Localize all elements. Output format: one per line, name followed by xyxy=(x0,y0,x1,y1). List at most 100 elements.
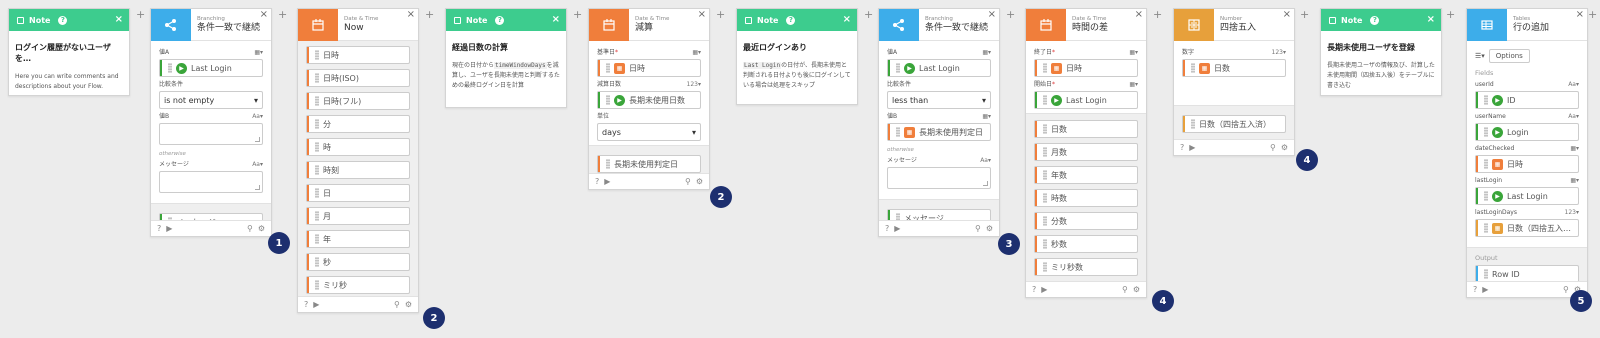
subtract-card[interactable]: Date & Time 減算 × 基準日* ▦▾ ▦ 日時 減算日数 123▾ ▶ 長期未… xyxy=(588,8,710,190)
search-icon[interactable]: ⚲ xyxy=(975,224,981,233)
message-input[interactable] xyxy=(887,167,991,189)
number-type-icon[interactable]: 123▾ xyxy=(1565,209,1579,217)
drag-handle-icon[interactable] xyxy=(896,127,900,137)
close-icon[interactable]: × xyxy=(698,10,706,20)
output-pill[interactable]: 秒 xyxy=(306,253,410,271)
gear-icon[interactable]: ⚙ xyxy=(696,177,703,186)
output-pill[interactable]: 日数 xyxy=(1034,120,1138,138)
add-step-button[interactable]: + xyxy=(864,9,873,20)
close-icon[interactable]: × xyxy=(1135,10,1143,20)
output-pill[interactable]: 日数（四捨五入済） xyxy=(1182,115,1286,133)
text-type-icon[interactable]: Aa▾ xyxy=(1568,113,1579,121)
help-icon[interactable]: ? xyxy=(495,15,505,25)
output-pill[interactable]: 時刻 xyxy=(306,161,410,179)
run-icon[interactable]: ▶ xyxy=(166,224,172,233)
value-b-input[interactable] xyxy=(159,123,263,145)
time-difference-card[interactable]: Date & Time 時間の差 × 終了日* ▦▾ ▦ 日時 開始日* ▦▾ ▶ Las… xyxy=(1025,8,1147,298)
drag-handle-icon[interactable] xyxy=(1484,159,1488,169)
help-icon[interactable]: ? xyxy=(1473,285,1477,294)
search-icon[interactable]: ⚲ xyxy=(685,177,691,186)
output-pill[interactable]: 日時(ISO) xyxy=(306,69,410,87)
output-pill[interactable]: 秒数 xyxy=(1034,235,1138,253)
drag-handle-icon[interactable] xyxy=(606,95,610,105)
settings-icon[interactable]: ☰▾ xyxy=(1475,52,1485,60)
run-icon[interactable]: ▶ xyxy=(1482,285,1488,294)
drag-handle-icon[interactable] xyxy=(1484,95,1488,105)
start-date-input[interactable]: ▶ Last Login xyxy=(1034,91,1138,109)
close-icon[interactable]: × xyxy=(260,10,268,20)
number-type-icon[interactable]: 123▾ xyxy=(1272,49,1286,57)
field-input-lastlogindays[interactable]: ▦ 日数（四捨五入… xyxy=(1475,219,1579,237)
drag-handle-icon[interactable] xyxy=(1484,269,1488,279)
run-icon[interactable]: ▶ xyxy=(1189,143,1195,152)
drag-handle-icon[interactable] xyxy=(1484,127,1488,137)
gear-icon[interactable]: ⚙ xyxy=(1281,143,1288,152)
calendar-type-icon[interactable]: ▦▾ xyxy=(982,113,991,121)
condition-select[interactable]: is not empty ▾ xyxy=(159,91,263,109)
field-input-datechecked[interactable]: ▦ 日時 xyxy=(1475,155,1579,173)
drag-handle-icon[interactable] xyxy=(1191,119,1195,129)
drag-handle-icon[interactable] xyxy=(606,63,610,73)
run-icon[interactable]: ▶ xyxy=(1041,285,1047,294)
drag-handle-icon[interactable] xyxy=(315,119,319,129)
drag-handle-icon[interactable] xyxy=(315,96,319,106)
drag-handle-icon[interactable] xyxy=(315,211,319,221)
output-pill[interactable]: 時数 xyxy=(1034,189,1138,207)
gear-icon[interactable]: ⚙ xyxy=(986,224,993,233)
value-b-input[interactable]: ▦ 長期未使用判定日 xyxy=(887,123,991,141)
drag-handle-icon[interactable] xyxy=(315,142,319,152)
drag-handle-icon[interactable] xyxy=(315,73,319,83)
output-pill[interactable]: 長期未使用判定日 xyxy=(597,155,701,173)
calendar-type-icon[interactable]: ▦▾ xyxy=(1570,145,1579,153)
output-pill[interactable]: 月数 xyxy=(1034,143,1138,161)
help-icon[interactable]: ? xyxy=(304,300,308,309)
drag-handle-icon[interactable] xyxy=(1043,239,1047,249)
add-step-button[interactable]: + xyxy=(1153,9,1162,20)
help-icon[interactable]: ? xyxy=(786,15,796,25)
drag-handle-icon[interactable] xyxy=(1043,262,1047,272)
drag-handle-icon[interactable] xyxy=(315,188,319,198)
help-icon[interactable]: ? xyxy=(58,15,68,25)
drag-handle-icon[interactable] xyxy=(1484,223,1488,233)
drag-handle-icon[interactable] xyxy=(1043,147,1047,157)
calendar-type-icon[interactable]: ▦▾ xyxy=(692,49,701,57)
field-input-lastlogin[interactable]: ▶ Last Login xyxy=(1475,187,1579,205)
calendar-type-icon[interactable]: ▦▾ xyxy=(1129,81,1138,89)
end-date-input[interactable]: ▦ 日時 xyxy=(1034,59,1138,77)
drag-handle-icon[interactable] xyxy=(1191,63,1195,73)
options-button[interactable]: Options xyxy=(1488,49,1530,63)
calendar-type-icon[interactable]: ▦▾ xyxy=(982,49,991,57)
calendar-type-icon[interactable]: ▦▾ xyxy=(1570,177,1579,185)
add-step-button[interactable]: + xyxy=(1446,9,1455,20)
close-icon[interactable]: × xyxy=(1283,10,1291,20)
add-step-button[interactable]: + xyxy=(1006,9,1015,20)
calendar-type-icon[interactable]: ▦▾ xyxy=(1129,49,1138,57)
drag-handle-icon[interactable] xyxy=(315,234,319,244)
note-card-no-login[interactable]: Note? × ログイン履歴がないユーザを… Here you can write… xyxy=(8,8,130,96)
close-icon[interactable]: × xyxy=(115,14,123,25)
note-card-recent-login[interactable]: Note? × 最近ログインあり Last Loginの日付が、長期未使用と判断さ… xyxy=(736,8,858,105)
add-step-button[interactable]: + xyxy=(278,9,287,20)
message-input[interactable] xyxy=(159,171,263,193)
output-pill[interactable]: 分数 xyxy=(1034,212,1138,230)
add-step-button[interactable]: + xyxy=(573,9,582,20)
number-input[interactable]: ▦ 日数 xyxy=(1182,59,1286,77)
add-step-button[interactable]: + xyxy=(716,9,725,20)
output-pill[interactable]: ミリ秒数 xyxy=(1034,258,1138,276)
field-input-userid[interactable]: ▶ ID xyxy=(1475,91,1579,109)
close-icon[interactable]: × xyxy=(1427,14,1435,25)
search-icon[interactable]: ⚲ xyxy=(247,224,253,233)
close-icon[interactable]: × xyxy=(843,14,851,25)
search-icon[interactable]: ⚲ xyxy=(1122,285,1128,294)
drag-handle-icon[interactable] xyxy=(315,280,319,290)
text-type-icon[interactable]: Aa▾ xyxy=(980,157,991,165)
search-icon[interactable]: ⚲ xyxy=(394,300,400,309)
calendar-type-icon[interactable]: ▦▾ xyxy=(254,49,263,57)
help-icon[interactable]: ? xyxy=(1180,143,1184,152)
drag-handle-icon[interactable] xyxy=(606,159,610,169)
gear-icon[interactable]: ⚙ xyxy=(258,224,265,233)
close-icon[interactable]: × xyxy=(1576,10,1584,20)
text-type-icon[interactable]: Aa▾ xyxy=(1568,81,1579,89)
close-icon[interactable]: × xyxy=(988,10,996,20)
search-icon[interactable]: ⚲ xyxy=(1563,285,1569,294)
